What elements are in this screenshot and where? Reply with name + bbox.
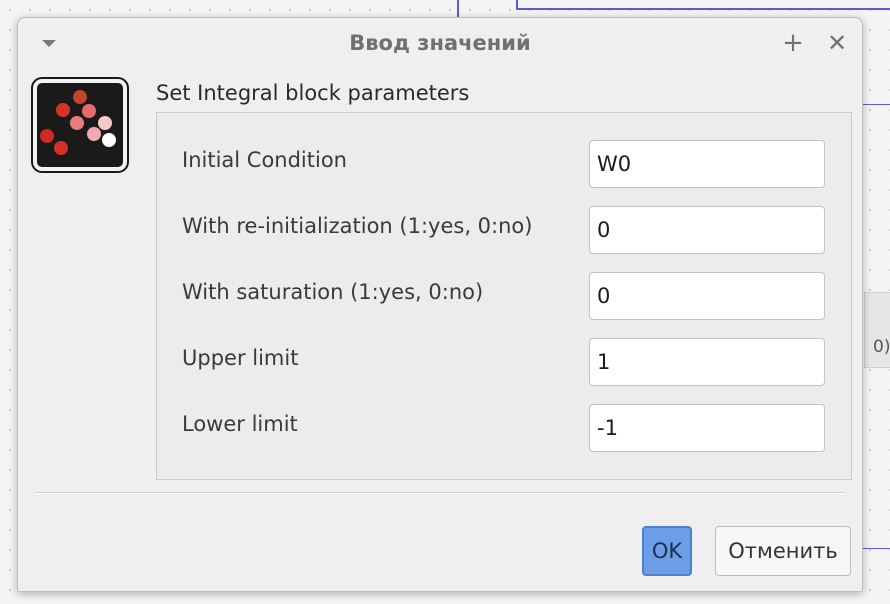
dialog-titlebar[interactable]: Ввод значений + ✕ [18,18,862,70]
cancel-button[interactable]: Отменить [715,526,851,576]
diagram-wire [516,8,890,10]
button-separator [34,492,846,494]
lower-limit-input[interactable] [589,404,825,452]
parameters-group: Initial Condition With re-initialization… [156,112,852,480]
dialog-title: Ввод значений [349,31,531,55]
diagram-wire [862,104,890,105]
field-label-lower-limit: Lower limit [182,412,298,436]
dialog-heading: Set Integral block parameters [156,81,470,105]
reinitialization-input[interactable] [589,206,825,254]
saturation-input[interactable] [589,272,825,320]
field-label-reinitialization: With re-initialization (1:yes, 0:no) [182,214,533,238]
ok-button[interactable]: OK [642,526,692,576]
plus-icon[interactable]: + [778,28,808,58]
upper-limit-input[interactable] [589,338,825,386]
close-icon[interactable]: ✕ [822,28,852,58]
diagram-block[interactable]: 0) [864,292,890,368]
field-label-upper-limit: Upper limit [182,346,299,370]
scilab-xcos-icon [33,79,127,171]
parameters-dialog: Ввод значений + ✕ Set Integral block par… [17,17,863,592]
diagram-wire [862,548,890,549]
initial-condition-input[interactable] [589,140,825,188]
field-label-saturation: With saturation (1:yes, 0:no) [182,280,484,304]
field-label-initial-condition: Initial Condition [182,148,347,172]
